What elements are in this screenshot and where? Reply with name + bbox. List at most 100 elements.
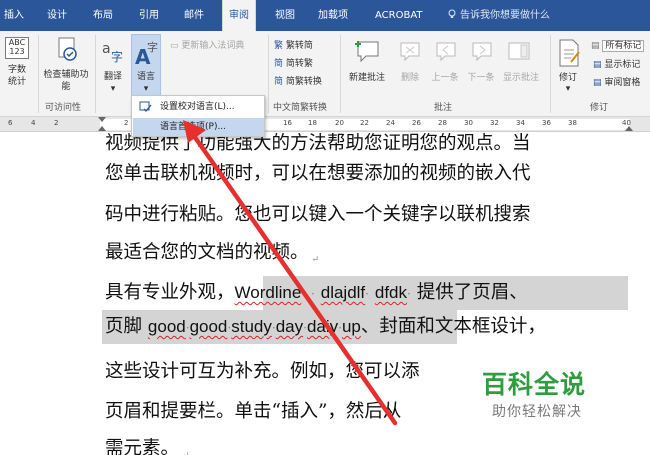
misspelled-word[interactable]: dfdk bbox=[375, 283, 407, 302]
paragraph-mark: ↵ bbox=[311, 255, 320, 265]
tab-view[interactable]: 视图 bbox=[275, 0, 295, 31]
ruler-number: 38 bbox=[568, 119, 577, 127]
misspelled-word[interactable]: good bbox=[190, 317, 228, 336]
convert-button[interactable]: 简 简繁转换 bbox=[274, 76, 322, 88]
all-markup-select[interactable]: ▤ 所有标记 bbox=[591, 40, 645, 52]
hanging-indent-marker[interactable] bbox=[98, 126, 106, 131]
proofing-language-icon bbox=[139, 101, 152, 112]
svg-text:字: 字 bbox=[111, 49, 123, 63]
tab-layout[interactable]: 布局 bbox=[93, 0, 113, 31]
tell-me-box[interactable]: 告诉我你想要做什么 bbox=[447, 0, 550, 31]
language-icon: A 字 bbox=[135, 40, 158, 66]
space-mark: · bbox=[301, 287, 306, 301]
tab-design[interactable]: 设计 bbox=[47, 0, 67, 31]
misspelled-word[interactable]: daiy bbox=[307, 317, 338, 336]
new-comment-icon bbox=[355, 41, 379, 63]
misspelled-word[interactable]: study bbox=[231, 317, 272, 336]
misspelled-word[interactable]: up bbox=[342, 317, 361, 336]
svg-text:字: 字 bbox=[147, 40, 158, 54]
misspelled-word[interactable]: Wordline bbox=[235, 283, 302, 302]
doc-line: 页脚 good·good·study·day·daiy·up、封面和文本框设计， bbox=[105, 312, 546, 338]
tracking-group-label: 修订 bbox=[590, 103, 609, 113]
watermark-title: 百科全说 bbox=[482, 370, 587, 399]
doc-text: 具有专业外观， bbox=[105, 282, 235, 303]
tab-mailings[interactable]: 邮件 bbox=[184, 0, 204, 31]
tab-addins[interactable]: 加载项 bbox=[318, 0, 348, 31]
group-separator bbox=[38, 35, 39, 113]
ruler-number: 16 bbox=[283, 119, 292, 127]
delete-comment-icon bbox=[400, 42, 420, 62]
simp-to-trad-icon: 简 bbox=[274, 59, 284, 69]
tab-acrobat[interactable]: ACROBAT bbox=[375, 0, 423, 31]
ruler-number: 2 bbox=[124, 119, 129, 127]
convert-icon: 简 bbox=[274, 77, 284, 87]
doc-text: 最适合您的文档的视频。 bbox=[105, 242, 309, 263]
check-accessibility-button[interactable]: 检查辅助功能 bbox=[42, 69, 90, 93]
accessibility-group-label: 可访问性 bbox=[45, 103, 82, 113]
show-markup-icon: ▤ bbox=[593, 60, 602, 70]
misspelled-word[interactable]: dlajdlf bbox=[321, 283, 365, 302]
language-dropdown-chevron[interactable]: ▾ bbox=[139, 83, 153, 95]
next-comment-button[interactable]: 下一条 bbox=[464, 72, 498, 84]
ruler-number: 36 bbox=[542, 119, 551, 127]
svg-text:a: a bbox=[102, 41, 111, 57]
space-mark: · bbox=[311, 287, 315, 301]
delete-comment-button[interactable]: 删除 bbox=[396, 72, 424, 84]
doc-line: 这些设计可互为补充。例如，您可以添 bbox=[105, 361, 420, 382]
doc-line: 码中进行粘贴。您也可以键入一个关键字以联机搜索 bbox=[105, 204, 531, 225]
show-comments-button[interactable]: 显示批注 bbox=[500, 72, 542, 84]
menu-item-label: 设置校对语言(L)... bbox=[160, 102, 235, 112]
trad-to-simp-button[interactable]: 繁 繁转简 bbox=[274, 40, 313, 52]
right-indent-marker[interactable] bbox=[625, 126, 633, 131]
word-count-button[interactable]: 字数统计 bbox=[4, 64, 30, 88]
doc-line: 您单击联机视频时，可以在想要添加的视频的嵌入代 bbox=[105, 163, 531, 184]
paragraph-mark: ↵ bbox=[182, 451, 190, 455]
track-changes-dropdown-chevron[interactable]: ▾ bbox=[561, 83, 575, 95]
menu-item-language-preferences[interactable]: 语言首选项(P)... bbox=[133, 118, 264, 136]
ruler-number: 4 bbox=[31, 119, 36, 127]
ruler-number: 2 bbox=[54, 119, 59, 127]
reviewing-pane-button[interactable]: ▤ 审阅窗格 bbox=[593, 77, 640, 89]
first-line-indent-marker[interactable] bbox=[98, 117, 106, 122]
check-accessibility-icon bbox=[58, 37, 77, 61]
group-separator bbox=[95, 35, 96, 113]
reviewing-pane-label: 审阅窗格 bbox=[604, 78, 641, 88]
previous-comment-button[interactable]: 上一条 bbox=[428, 72, 462, 84]
doc-text: 提供了页眉、 bbox=[416, 282, 528, 303]
group-separator bbox=[268, 35, 269, 113]
space-mark: · bbox=[407, 287, 411, 301]
translate-dropdown-chevron[interactable]: ▾ bbox=[106, 83, 120, 95]
misspelled-word[interactable]: good bbox=[148, 317, 186, 336]
show-markup-button[interactable]: ▤ 显示标记 bbox=[593, 59, 640, 71]
tab-insert[interactable]: 插入 bbox=[4, 0, 24, 31]
space-mark: · bbox=[365, 287, 369, 301]
all-markup-value: 所有标记 bbox=[602, 40, 645, 52]
ruler-number: 22 bbox=[360, 119, 369, 127]
language-menu: 设置校对语言(L)... 语言首选项(P)... bbox=[131, 95, 265, 137]
update-ime-button[interactable]: ▭ 更新输入法词典 bbox=[170, 40, 244, 52]
lightbulb-icon bbox=[448, 9, 456, 18]
show-comments-icon bbox=[508, 42, 530, 60]
translate-button[interactable]: 翻译 bbox=[100, 71, 126, 83]
misspelled-word[interactable]: day bbox=[276, 317, 303, 336]
menu-item-set-proofing-language[interactable]: 设置校对语言(L)... bbox=[133, 98, 264, 116]
doc-text: 需元素。 bbox=[105, 438, 180, 455]
ruler-number: 26 bbox=[412, 119, 421, 127]
doc-line: 需元素。↵ bbox=[105, 434, 190, 455]
doc-text: 页脚 bbox=[105, 316, 143, 337]
trad-to-simp-icon: 繁 bbox=[274, 41, 284, 51]
language-button-label[interactable]: 语言 bbox=[133, 71, 159, 83]
tab-review[interactable]: 审阅 bbox=[222, 0, 256, 31]
new-comment-button[interactable]: 新建批注 bbox=[344, 72, 390, 84]
previous-comment-icon bbox=[436, 42, 456, 62]
ruler-number: 6 bbox=[8, 119, 13, 127]
tab-references[interactable]: 引用 bbox=[139, 0, 159, 31]
doc-text: 、封面和文本框设计， bbox=[360, 316, 546, 337]
reviewing-pane-icon: ▤ bbox=[593, 78, 602, 88]
ruler-number: 20 bbox=[335, 119, 344, 127]
horizontal-ruler[interactable]: 6 4 2 2 4 6 8 10 12 14 16 18 20 22 24 26… bbox=[0, 117, 650, 132]
show-markup-label: 显示标记 bbox=[604, 60, 641, 70]
update-ime-icon: ▭ bbox=[170, 41, 182, 51]
simp-to-trad-button[interactable]: 简 简转繁 bbox=[274, 58, 313, 70]
ribbon-panel: ABC 123 字数统计 检查辅助功能 可访问性 a 字 翻译 ▾ A 字 语言… bbox=[0, 31, 650, 117]
